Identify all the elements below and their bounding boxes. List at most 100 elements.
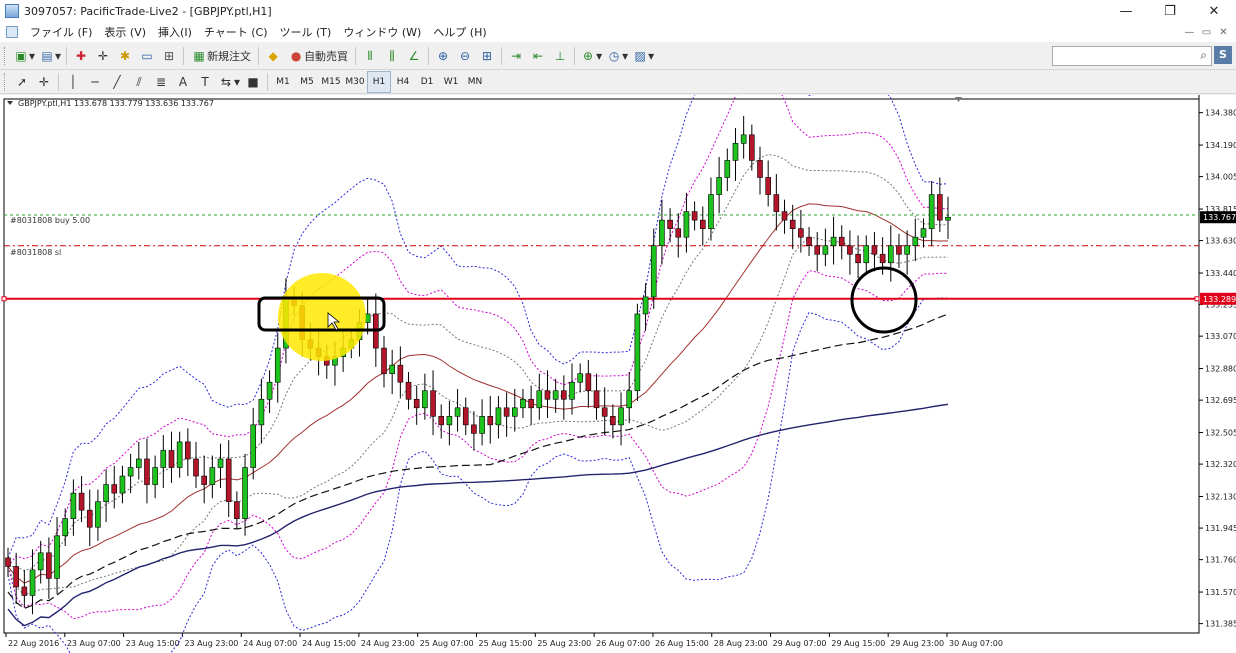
maximize-button[interactable]: ❐ [1148, 0, 1192, 22]
horizontal-line-button[interactable]: ─ [84, 71, 106, 93]
bull-candle [618, 407, 624, 426]
mdi-restore-button[interactable]: ▭ [1198, 27, 1215, 38]
timeframe-w1[interactable]: W1 [439, 71, 463, 93]
bear-candle [503, 407, 510, 417]
trendline-button[interactable]: ╱ [106, 71, 128, 93]
cursor-button[interactable]: ➚ [11, 71, 33, 93]
menu-file[interactable]: ファイル (F) [24, 24, 98, 40]
auto-scroll-icon: ⇥ [511, 48, 522, 63]
bear-candle [487, 416, 494, 426]
cursor-highlight [278, 273, 366, 361]
timeframe-mn[interactable]: MN [463, 71, 487, 93]
time-tick-label: 24 Aug 23:00 [361, 639, 415, 648]
chart-window-icon[interactable] [6, 26, 18, 38]
bull-candle [626, 390, 633, 409]
line-handle [1194, 296, 1200, 302]
label-button[interactable]: T [194, 71, 216, 93]
vertical-line-button[interactable]: │ [62, 71, 84, 93]
time-tick-label: 23 Aug 07:00 [67, 639, 121, 648]
bear-candle [691, 211, 698, 221]
terminal-button[interactable]: ▭ [136, 45, 158, 67]
profiles-button[interactable]: ▤ ▾ [37, 45, 63, 67]
timeframe-h1[interactable]: H1 [367, 70, 392, 93]
time-tick-label: 29 Aug 23:00 [890, 639, 944, 648]
bear-candle [438, 416, 445, 426]
timeframe-m15[interactable]: M15 [319, 71, 343, 93]
metaeditor-button[interactable]: ◆ [262, 45, 284, 67]
menu-tools[interactable]: ツール (T) [274, 24, 338, 40]
minimize-button[interactable]: — [1104, 0, 1148, 22]
price-tick-label: 132.130 [1205, 493, 1236, 502]
chart-canvas[interactable]: 134.380134.190134.005133.815133.630133.4… [0, 95, 1236, 653]
data-window-button[interactable]: ✛ [92, 45, 114, 67]
timeframe-m30[interactable]: M30 [343, 71, 367, 93]
new-chart-button[interactable]: ▣ ▾ [11, 45, 37, 67]
auto-scroll-button[interactable]: ⇥ [505, 45, 527, 67]
menu-window[interactable]: ウィンドウ (W) [337, 24, 427, 40]
new-order-button[interactable]: ▦ 新規注文 [187, 45, 255, 67]
toolbar-grip[interactable] [4, 72, 7, 91]
bull-candle [683, 211, 690, 238]
timeframe-m1[interactable]: M1 [271, 71, 295, 93]
bull-candle [152, 467, 158, 485]
channel-button[interactable]: ⫽ [128, 71, 150, 93]
chart-shift-button[interactable]: ⇤ [527, 45, 549, 67]
bull-candle [446, 416, 453, 426]
templates-button[interactable]: ▨ ▾ [630, 45, 656, 67]
period-separators-button[interactable]: ⊥ [549, 45, 571, 67]
bear-candle [601, 407, 608, 417]
crosshair-button[interactable]: ✛ [33, 71, 55, 93]
indicators-button[interactable]: ⊕ ▾ [578, 45, 604, 67]
close-button[interactable]: ✕ [1192, 0, 1236, 22]
bull-candle [479, 416, 485, 434]
bear-candle [675, 228, 682, 238]
navigator-button[interactable]: ✱ [114, 45, 136, 67]
candle-chart-button[interactable]: ⫼ [381, 45, 403, 67]
signals-icon[interactable]: S [1214, 46, 1232, 64]
bear-candle [561, 390, 567, 400]
zoom-out-button[interactable]: ⊖ [454, 45, 476, 67]
menu-view[interactable]: 表示 (V) [98, 24, 152, 40]
menu-chart[interactable]: チャート (C) [198, 24, 274, 40]
market-watch-button[interactable]: ✚ [70, 45, 92, 67]
periodicity-button[interactable]: ◷ ▾ [604, 45, 630, 67]
crosshair-icon: ✛ [38, 74, 50, 89]
bear-candle [86, 509, 93, 528]
timeframe-d1[interactable]: D1 [415, 71, 439, 93]
time-tick-label: 28 Aug 23:00 [714, 639, 768, 648]
bar-chart-button[interactable]: ⫴ [359, 45, 381, 67]
tester-button[interactable]: ⊞ [158, 45, 180, 67]
line-chart-button[interactable]: ∠ [403, 45, 425, 67]
bear-candle [879, 253, 886, 264]
auto-trading-label: 自動売買 [304, 49, 349, 63]
timeframe-h4[interactable]: H4 [391, 71, 415, 93]
mdi-minimize-button[interactable]: — [1181, 27, 1198, 38]
fibonacci-button[interactable]: ≣ [150, 71, 172, 93]
current-price-value: 133.767 [1203, 213, 1236, 222]
zoom-in-button[interactable]: ⊕ [432, 45, 454, 67]
bull-candle [536, 390, 543, 409]
auto-trading-button[interactable]: ● 自動売買 [284, 45, 352, 67]
bar-chart-icon: ⫴ [367, 48, 373, 63]
bull-candle [103, 484, 109, 502]
bear-candle [462, 407, 469, 426]
menu-insert[interactable]: 挿入(I) [152, 24, 198, 40]
chart-shift-icon: ⇤ [533, 48, 544, 63]
mdi-close-button[interactable]: ✕ [1215, 27, 1232, 38]
time-tick-label: 24 Aug 07:00 [243, 639, 297, 648]
bull-candle [634, 313, 641, 392]
bear-candle [201, 475, 207, 485]
price-chart[interactable]: 134.380 134.190 134.005 133.815 133.630 133.4… [0, 95, 1236, 653]
price-tick-label: 132.505 [1205, 429, 1236, 438]
menu-help[interactable]: ヘルプ (H) [427, 24, 492, 40]
search-input[interactable]: ⌕ [1052, 46, 1212, 66]
text-button[interactable]: A [172, 71, 194, 93]
bear-candle [13, 566, 19, 588]
shapes-button[interactable]: ■ [242, 71, 264, 93]
bull-candle [242, 467, 248, 519]
timeframe-m5[interactable]: M5 [295, 71, 319, 93]
arrows-button[interactable]: ⇆ ▾ [216, 71, 242, 93]
toolbar-grip[interactable] [4, 46, 7, 65]
search-icon[interactable]: ⌕ [1200, 48, 1207, 63]
tile-windows-button[interactable]: ⊞ [476, 45, 498, 67]
